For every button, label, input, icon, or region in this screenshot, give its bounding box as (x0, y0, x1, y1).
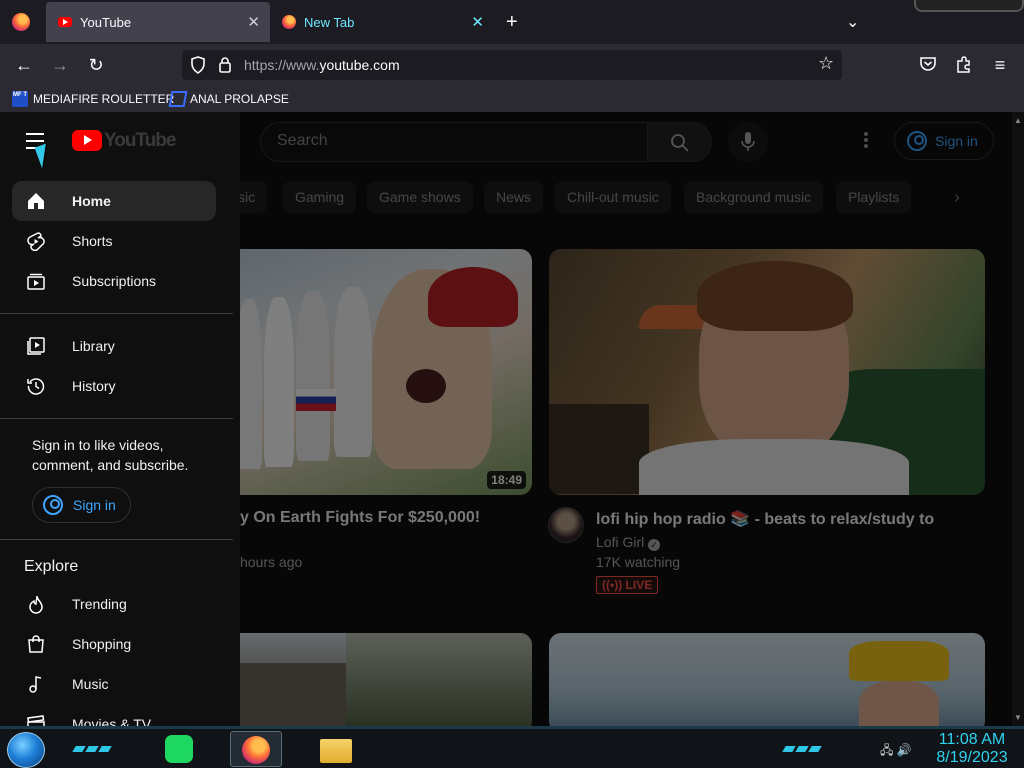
youtube-page: Sign in sic Gaming Game shows News Chill… (0, 112, 1024, 726)
scroll-up-arrow-icon[interactable]: ▲ (1014, 116, 1022, 125)
clock-time[interactable]: 11:08 AM (930, 731, 1014, 749)
tab-title: New Tab (304, 14, 355, 30)
lock-icon[interactable] (218, 56, 232, 73)
mediafire-bookmark-icon: MF T (12, 91, 28, 107)
page-scrollbar[interactable]: ▲ ▼ (1012, 112, 1024, 726)
taskbar-file-explorer-icon[interactable] (310, 731, 362, 767)
subscriptions-icon (27, 273, 45, 290)
volume-icon[interactable]: 🔊 (897, 743, 912, 757)
sidebar-item-label: Trending (72, 596, 127, 612)
list-all-tabs-chevron-icon[interactable]: ⌄ (846, 12, 859, 32)
movies-clapper-icon (27, 715, 45, 726)
history-icon (27, 378, 45, 395)
taskbar-firefox-icon[interactable] (230, 731, 282, 767)
sidebar-item-label: Movies & TV (72, 716, 152, 726)
sidebar-item-shopping[interactable]: Shopping (12, 624, 216, 664)
shorts-icon (27, 232, 45, 251)
reload-icon[interactable]: ↻ (84, 53, 108, 77)
start-orb-icon[interactable] (7, 732, 45, 768)
forward-arrow-icon[interactable]: → (48, 53, 72, 77)
app-menu-hamburger-icon[interactable]: ≡ (988, 53, 1012, 77)
sidebar-item-music[interactable]: Music (12, 664, 216, 704)
sidebar-divider (0, 418, 233, 419)
firefox-favicon-icon (282, 15, 296, 29)
trending-icon (29, 595, 43, 614)
library-icon (27, 337, 45, 355)
bookmark-mediafire-rouletter[interactable]: MF T MEDIAFIRE ROULETTER (12, 91, 174, 107)
sidebar-item-home[interactable]: Home (12, 181, 216, 221)
sidebar-item-label: Shorts (72, 233, 113, 249)
url-prefix: https://www. (244, 57, 320, 73)
bookmark-favicon-icon (168, 91, 188, 107)
tracking-shield-icon[interactable] (190, 56, 206, 74)
sidebar-item-shorts[interactable]: Shorts (12, 221, 216, 261)
sidebar-sign-in-button[interactable]: Sign in (32, 487, 131, 523)
firefox-logo-icon[interactable] (12, 13, 30, 31)
youtube-logo-icon[interactable] (72, 130, 102, 151)
sign-in-label: Sign in (73, 497, 116, 513)
taskbar-decoration (782, 739, 823, 752)
bookmark-star-icon[interactable]: ☆ (818, 53, 834, 74)
guide-drawer: YouTube Home Shorts Subscriptions Librar… (0, 112, 240, 726)
sidebar-item-label: Home (72, 193, 111, 209)
tab-title: YouTube (80, 14, 132, 30)
pocket-icon[interactable] (919, 56, 937, 73)
close-tab-icon[interactable]: ✕ (247, 13, 260, 31)
clock-date[interactable]: 8/19/2023 (930, 749, 1014, 767)
url-domain: youtube.com (319, 57, 400, 73)
tab-new-tab[interactable]: New Tab ✕ (272, 2, 494, 42)
bookmark-second[interactable]: ANAL PROLAPSE (168, 91, 289, 107)
sidebar-item-history[interactable]: History (12, 366, 216, 406)
extensions-puzzle-icon[interactable] (955, 55, 973, 73)
url-bar[interactable]: https://www.youtube.com ☆ (182, 50, 842, 80)
taskbar-spotify-icon[interactable] (153, 731, 205, 767)
tab-youtube[interactable]: YouTube ✕ (46, 2, 270, 42)
window-frame-decoration (914, 0, 1024, 12)
sidebar-item-trending[interactable]: Trending (12, 584, 216, 624)
sidebar-divider (0, 539, 233, 540)
sidebar-item-label: Library (72, 338, 115, 354)
new-tab-plus-icon[interactable]: + (506, 12, 518, 32)
sidebar-item-label: Music (72, 676, 109, 692)
user-account-icon (43, 495, 63, 515)
sidebar-divider (0, 313, 233, 314)
music-note-icon (29, 676, 42, 693)
taskbar: 🖧 🔊 11:08 AM 8/19/2023 (0, 726, 1024, 768)
browser-nav-bar: ← → ↻ https://www.youtube.com ☆ ≡ (0, 44, 1024, 86)
explore-heading: Explore (24, 558, 79, 575)
browser-tab-strip: YouTube ✕ New Tab ✕ + ⌄ (0, 0, 1024, 44)
bookmark-label: ANAL PROLAPSE (190, 92, 289, 106)
system-tray: 🖧 🔊 (880, 741, 912, 762)
sign-in-prompt-text: Sign in to like videos, comment, and sub… (32, 437, 189, 473)
network-icon[interactable]: 🖧 (880, 743, 893, 757)
close-tab-icon[interactable]: ✕ (471, 13, 484, 31)
sidebar-item-subscriptions[interactable]: Subscriptions (12, 261, 216, 301)
url-text: https://www.youtube.com (244, 57, 400, 73)
sidebar-item-label: Subscriptions (72, 273, 157, 289)
shopping-bag-icon (28, 635, 44, 653)
home-icon (28, 193, 44, 209)
sidebar-item-label: Shopping (72, 636, 132, 652)
back-arrow-icon[interactable]: ← (12, 53, 36, 77)
scroll-down-arrow-icon[interactable]: ▼ (1014, 713, 1022, 722)
sidebar-item-movies[interactable]: Movies & TV (12, 704, 216, 726)
sidebar-item-library[interactable]: Library (12, 326, 216, 366)
bookmarks-toolbar: MF T MEDIAFIRE ROULETTER ANAL PROLAPSE (0, 86, 1024, 112)
youtube-wordmark[interactable]: YouTube (104, 130, 176, 152)
youtube-favicon-icon (58, 17, 72, 27)
bookmark-label: MEDIAFIRE ROULETTER (33, 92, 175, 106)
sidebar-item-label: History (72, 378, 116, 394)
mouse-cursor-icon (34, 143, 54, 169)
taskbar-decoration (72, 739, 113, 752)
